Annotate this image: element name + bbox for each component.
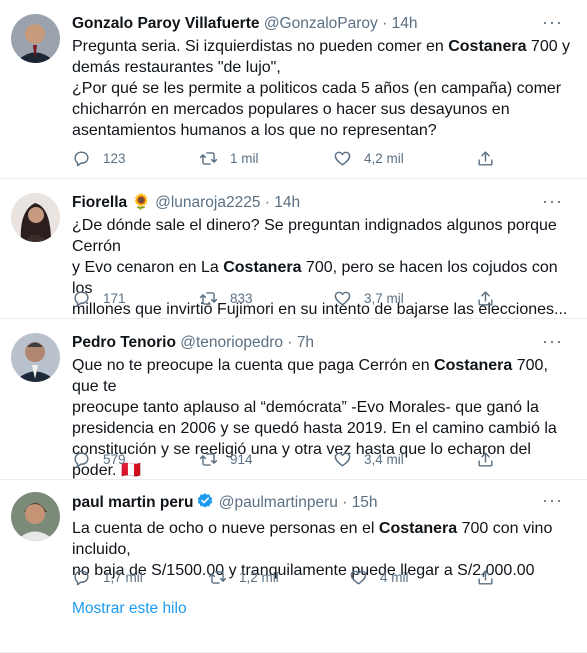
share-icon xyxy=(478,150,493,166)
text-segment: Que no te preocupe la cuenta que paga Ce… xyxy=(72,357,435,374)
reply-icon xyxy=(74,451,89,467)
tweet-3[interactable]: Pedro Tenorio @tenoriopedro · 7h ··· Que… xyxy=(0,319,587,480)
reply-count: 171 xyxy=(103,290,126,306)
separator: · xyxy=(382,15,388,32)
text-line: ¿De dónde sale el dinero? Se preguntan i… xyxy=(72,217,557,255)
like-button[interactable]: 4 mil xyxy=(349,566,409,588)
like-button[interactable]: 4,2 mil xyxy=(333,147,404,169)
tweet-actions: 1,7 mil 1,2 mil 4 mil xyxy=(72,566,504,588)
text-segment: y Evo cenaron en La xyxy=(72,259,224,276)
highlight: Costanera xyxy=(448,38,527,55)
text-segment: Pregunta seria. Si izquierdistas no pued… xyxy=(72,38,449,55)
heart-icon xyxy=(350,570,367,585)
tweet-time[interactable]: 14h xyxy=(274,194,300,211)
like-button[interactable]: 3,4 mil xyxy=(333,448,404,470)
author-name[interactable]: Fiorella xyxy=(72,194,127,211)
retweet-button[interactable]: 833 xyxy=(199,287,253,309)
reply-count: 1,7 mil xyxy=(103,569,143,585)
heart-icon xyxy=(334,151,351,166)
text-line: preocupe tanto aplauso al “demócrata” -E… xyxy=(72,399,539,416)
more-options-icon[interactable]: ··· xyxy=(542,192,563,210)
text-line: demás restaurantes "de lujo", xyxy=(72,59,281,76)
retweet-icon xyxy=(199,291,218,305)
author-handle[interactable]: @GonzaloParoy xyxy=(264,15,378,32)
like-count: 3,7 mil xyxy=(364,290,404,306)
like-count: 4 mil xyxy=(380,569,409,585)
highlight: Costanera xyxy=(223,259,302,276)
retweet-count: 833 xyxy=(230,290,253,306)
author-handle[interactable]: @paulmartinperu xyxy=(219,494,338,511)
tweet-actions: 579 914 3,4 mil xyxy=(72,448,504,470)
retweet-icon xyxy=(199,452,218,466)
text-line: presidencia en 2006 y se quedó hasta 201… xyxy=(72,420,557,437)
highlight: Costanera xyxy=(434,357,513,374)
verified-badge-icon xyxy=(196,492,214,516)
retweet-icon xyxy=(199,151,218,165)
retweet-count: 914 xyxy=(230,451,253,467)
share-icon xyxy=(478,290,493,306)
like-count: 4,2 mil xyxy=(364,150,404,166)
tweet-time[interactable]: 14h xyxy=(392,15,418,32)
author-handle[interactable]: @lunaroja2225 xyxy=(155,194,260,211)
highlight: Costanera xyxy=(378,520,458,537)
avatar[interactable] xyxy=(11,193,60,242)
reply-icon xyxy=(74,150,89,166)
text-line: chicharrón en mercados populares o hacer… xyxy=(72,101,510,118)
author-name[interactable]: Gonzalo Paroy Villafuerte xyxy=(72,15,260,32)
tweet-actions: 171 833 3,7 mil xyxy=(72,287,504,309)
more-options-icon[interactable]: ··· xyxy=(542,491,563,509)
tweet-2[interactable]: Fiorella 🌻 @lunaroja2225 · 14h ··· ¿De d… xyxy=(0,179,587,319)
retweet-count: 1 mil xyxy=(230,150,259,166)
reply-button[interactable]: 171 xyxy=(72,287,126,309)
share-button[interactable] xyxy=(476,287,507,309)
sunflower-emoji: 🌻 xyxy=(131,194,151,211)
tweet-time[interactable]: 15h xyxy=(352,494,378,511)
avatar[interactable] xyxy=(11,333,60,382)
tweet-time[interactable]: 7h xyxy=(297,334,314,351)
author-name[interactable]: Pedro Tenorio xyxy=(72,334,176,351)
tweet-text: Pregunta seria. Si izquierdistas no pued… xyxy=(72,36,573,141)
retweet-icon xyxy=(208,570,227,584)
text-segment: La cuenta de ocho o nueve personas en el xyxy=(72,520,379,537)
heart-icon xyxy=(334,452,351,467)
avatar[interactable] xyxy=(11,492,60,541)
more-options-icon[interactable]: ··· xyxy=(542,332,563,350)
reply-count: 123 xyxy=(103,150,126,166)
reply-count: 579 xyxy=(103,451,126,467)
text-segment: 700 y xyxy=(526,38,571,55)
share-button[interactable] xyxy=(476,147,507,169)
share-button[interactable] xyxy=(476,448,507,470)
like-count: 3,4 mil xyxy=(364,451,404,467)
author-handle[interactable]: @tenoriopedro xyxy=(180,334,283,351)
retweet-count: 1,2 mil xyxy=(239,569,279,585)
reply-button[interactable]: 123 xyxy=(72,147,126,169)
tweet-actions: 123 1 mil 4,2 mil xyxy=(72,147,504,169)
show-thread-link[interactable]: Mostrar este hilo xyxy=(72,600,187,618)
tweet-1[interactable]: Gonzalo Paroy Villafuerte @GonzaloParoy … xyxy=(0,0,587,179)
separator: · xyxy=(287,334,293,351)
share-icon xyxy=(478,451,493,467)
like-button[interactable]: 3,7 mil xyxy=(333,287,404,309)
text-line: asentamientos humanos a los que no repre… xyxy=(72,122,437,139)
share-icon xyxy=(478,569,493,585)
retweet-button[interactable]: 1,2 mil xyxy=(208,566,279,588)
reply-button[interactable]: 579 xyxy=(72,448,126,470)
reply-icon xyxy=(74,569,89,585)
reply-button[interactable]: 1,7 mil xyxy=(72,566,143,588)
separator: · xyxy=(342,494,348,511)
share-button[interactable] xyxy=(476,566,507,588)
retweet-button[interactable]: 914 xyxy=(199,448,253,470)
tweet-4[interactable]: paul martin peru @paulmartinperu · 15h ·… xyxy=(0,480,587,653)
heart-icon xyxy=(334,291,351,306)
reply-icon xyxy=(74,290,89,306)
text-line: ¿Por qué se les permite a politicos cada… xyxy=(72,80,562,97)
author-name[interactable]: paul martin peru xyxy=(72,494,193,511)
more-options-icon[interactable]: ··· xyxy=(542,13,563,31)
retweet-button[interactable]: 1 mil xyxy=(199,147,259,169)
avatar[interactable] xyxy=(11,14,60,63)
separator: · xyxy=(264,194,270,211)
